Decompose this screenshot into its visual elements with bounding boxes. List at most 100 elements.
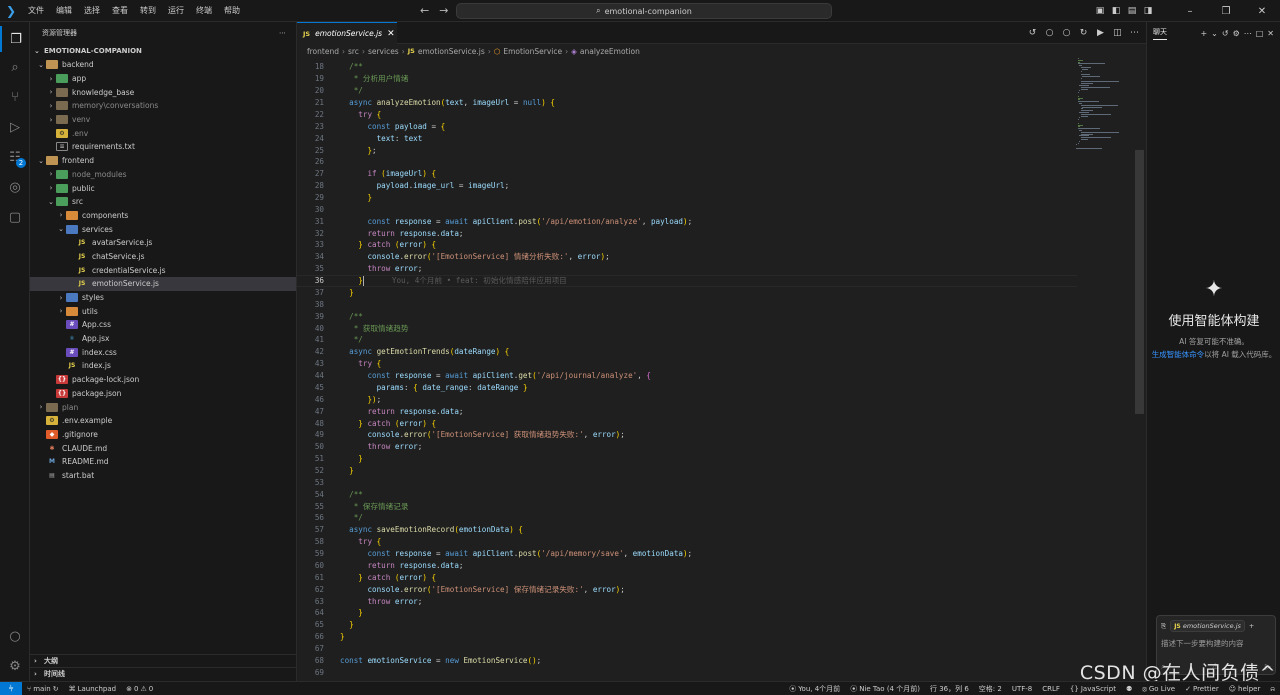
account-icon[interactable]: ○ [0,623,30,649]
editor-scrollbar[interactable] [1135,150,1144,414]
chevron-down-icon[interactable]: ⌄ [1211,29,1218,38]
menu-item[interactable]: 转到 [134,0,162,22]
tree-file[interactable]: JS chatService.js [30,250,296,264]
tree-folder[interactable]: › styles [30,291,296,305]
tab-emotionservice[interactable]: JS emotionService.js ✕ [297,22,397,44]
tree-file[interactable]: M README.md [30,455,296,469]
breadcrumb-item[interactable]: emotionService.js [418,47,485,56]
tree-file[interactable]: ▤ start.bat [30,469,296,483]
breadcrumb-item[interactable]: EmotionService [503,47,562,56]
outline-section[interactable]: › 大纲 [30,654,296,667]
code-line[interactable]: 63 throw error; [297,595,1077,607]
split-editor-icon[interactable]: ◫ [1110,28,1125,38]
layout-icon[interactable]: ▣ [1092,6,1108,16]
encoding[interactable]: UTF-8 [1007,685,1037,693]
tree-file[interactable]: ◆ .gitignore [30,428,296,442]
code-line[interactable]: 19 * 分析用户情绪 [297,73,1077,85]
cursor-position[interactable]: 行 36，列 6 [925,684,974,694]
tree-folder[interactable]: ⌄ src [30,195,296,209]
run-debug-icon[interactable]: ▷ [0,114,30,140]
run-code-icon[interactable]: ▶ [1093,28,1108,38]
go-live[interactable]: ⦻ Go Live [1137,685,1180,694]
code-line[interactable]: 35 throw error; [297,263,1077,275]
breadcrumb-item[interactable]: services [368,47,399,56]
tree-folder[interactable]: › app [30,72,296,86]
code-line[interactable]: 46 }); [297,393,1077,405]
tree-file[interactable]: ⚛ App.jsx [30,332,296,346]
open-changes-icon[interactable]: ↺ [1025,28,1040,38]
timeline-icon[interactable]: ↻ [1076,28,1091,38]
code-line[interactable]: 42 async getEmotionTrends(dateRange) { [297,346,1077,358]
tree-file[interactable]: {} package-lock.json [30,373,296,387]
tree-file[interactable]: ✱ CLAUDE.md [30,441,296,455]
more-actions-icon[interactable]: ⋯ [279,29,286,37]
code-line[interactable]: 40 * 获取情绪趋势 [297,322,1077,334]
code-line[interactable]: 68 const emotionService = new EmotionServ… [297,655,1077,667]
menu-item[interactable]: 选择 [78,0,106,22]
editor-more-icon[interactable]: ⋯ [1127,28,1142,38]
context-file-chip[interactable]: JS emotionService.js [1170,620,1245,632]
copilot-icon[interactable]: ⚉ [1121,685,1137,693]
code-line[interactable]: 62 console.error('[EmotionService] 保存情绪记… [297,583,1077,595]
indentation[interactable]: 空格: 2 [974,684,1007,694]
code-line[interactable]: 39 /** [297,310,1077,322]
tree-folder[interactable]: › knowledge_base [30,85,296,99]
line-ending[interactable]: CRLF [1037,685,1065,693]
history-icon[interactable]: ↺ [1222,29,1229,38]
helper[interactable]: ☺ helper [1224,685,1266,693]
code-line[interactable]: 60 return response.data; [297,560,1077,572]
forward-arrow-icon[interactable]: → [439,0,448,22]
menu-item[interactable]: 查看 [106,0,134,22]
code-line[interactable]: 31 const response = await apiClient.post… [297,215,1077,227]
add-context-icon[interactable]: + [1249,622,1254,630]
notifications-icon[interactable]: ⍾ [1265,685,1280,694]
code-line[interactable]: 25 }; [297,144,1077,156]
explorer-icon[interactable]: ❐ [0,26,30,52]
tree-folder[interactable]: › public [30,181,296,195]
tree-folder[interactable]: › utils [30,304,296,318]
timeline-section[interactable]: › 时间线 [30,667,296,680]
chat-settings-icon[interactable]: ⚙ [1233,29,1240,38]
code-line[interactable]: 53 [297,476,1077,488]
code-line[interactable]: 44 const response = await apiClient.get(… [297,370,1077,382]
tree-file[interactable]: ⚙ .env.example [30,414,296,428]
tree-folder[interactable]: › memory\conversations [30,99,296,113]
code-line[interactable]: 61 } catch (error) { [297,571,1077,583]
tree-file[interactable]: JS index.js [30,359,296,373]
code-line[interactable]: 66} [297,631,1077,643]
attach-icon[interactable]: ⎘ [1161,622,1166,631]
code-line[interactable]: 22 try { [297,108,1077,120]
menu-item[interactable]: 运行 [162,0,190,22]
code-line[interactable]: 24 text: text [297,132,1077,144]
launchpad[interactable]: ⌘ Launchpad [64,685,122,693]
workspace-root[interactable]: ⌄ EMOTIONAL-COMPANION [30,44,296,58]
git-branch[interactable]: ⑂ main ↻ [22,685,64,693]
code-line[interactable]: 18 /** [297,61,1077,73]
code-line[interactable]: 45 params: { date_range: dateRange } [297,381,1077,393]
code-line[interactable]: 57 async saveEmotionRecord(emotionData) … [297,524,1077,536]
code-line[interactable]: 52 } [297,465,1077,477]
search-view-icon[interactable]: ⌕ [0,54,30,80]
tree-folder[interactable]: ⌄ services [30,222,296,236]
code-line[interactable]: 69 [297,666,1077,678]
new-chat-icon[interactable]: + [1200,29,1207,38]
remote-indicator-icon[interactable]: ⫩ [0,681,22,695]
breadcrumb-item[interactable]: frontend [307,47,339,56]
tree-file[interactable]: {} package.json [30,387,296,401]
code-line[interactable]: 54 /** [297,488,1077,500]
code-line[interactable]: 43 try { [297,358,1077,370]
back-arrow-icon[interactable]: ← [420,0,429,22]
chat-tab[interactable]: 聊天 [1153,27,1167,40]
source-control-icon[interactable]: ⑂ [0,84,30,110]
code-line[interactable]: 49 console.error('[EmotionService] 获取情绪趋… [297,429,1077,441]
menu-item[interactable]: 终端 [190,0,218,22]
minimize-icon[interactable]: – [1172,6,1208,17]
menu-item[interactable]: 帮助 [218,0,246,22]
code-line[interactable]: 67 [297,643,1077,655]
restore-icon[interactable]: ❐ [1208,6,1244,17]
menu-item[interactable]: 编辑 [50,0,78,22]
code-line[interactable]: 23 const payload = { [297,120,1077,132]
code-line[interactable]: 33 } catch (error) { [297,239,1077,251]
code-line[interactable]: 38 [297,298,1077,310]
code-line[interactable]: 59 const response = await apiClient.post… [297,548,1077,560]
